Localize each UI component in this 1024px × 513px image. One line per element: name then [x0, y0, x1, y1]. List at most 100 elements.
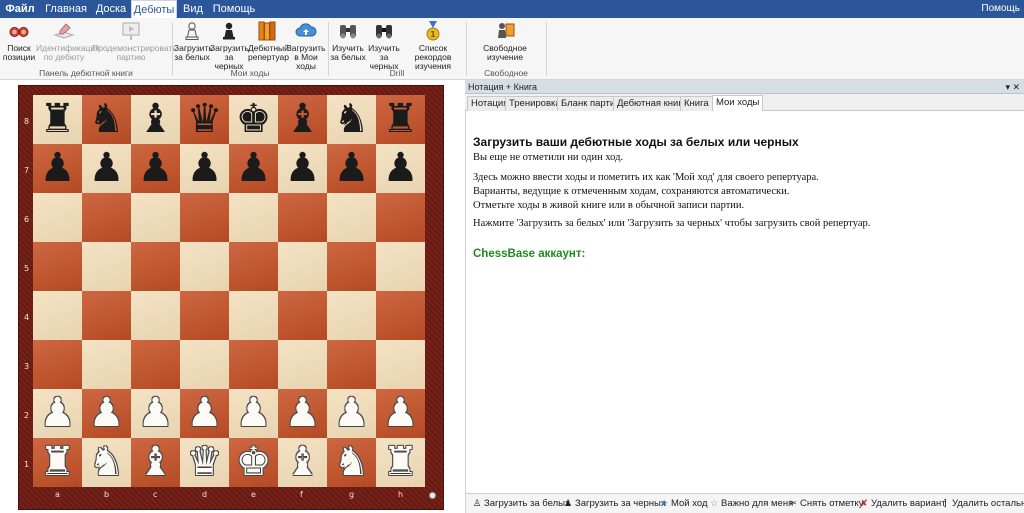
- black-pawn-icon[interactable]: ♟: [82, 144, 131, 193]
- square-f5[interactable]: [278, 242, 327, 291]
- square-c5[interactable]: [131, 242, 180, 291]
- file-label: g: [349, 490, 355, 499]
- square-b3[interactable]: [82, 340, 131, 389]
- square-g6[interactable]: [327, 193, 376, 242]
- delete-variation-button[interactable]: ✘ Удалить вариант: [859, 496, 945, 512]
- square-a6[interactable]: [33, 193, 82, 242]
- black-pawn-icon[interactable]: ♟: [376, 144, 425, 193]
- square-e5[interactable]: [229, 242, 278, 291]
- square-d4[interactable]: [180, 291, 229, 340]
- square-c4[interactable]: [131, 291, 180, 340]
- black-pawn-icon[interactable]: ♟: [131, 144, 180, 193]
- delete-others-button[interactable]: ] Удалить остальные: [940, 496, 1024, 512]
- black-pawn-icon[interactable]: ♟: [229, 144, 278, 193]
- white-rook-icon[interactable]: ♜: [376, 438, 425, 487]
- square-h5[interactable]: [376, 242, 425, 291]
- white-king-icon[interactable]: ♚: [229, 438, 278, 487]
- square-b5[interactable]: [82, 242, 131, 291]
- square-e3[interactable]: [229, 340, 278, 389]
- rank-label: 6: [24, 215, 30, 224]
- menu-tab-board[interactable]: Доска: [92, 0, 130, 18]
- white-rook-icon[interactable]: ♜: [33, 438, 82, 487]
- study-white-button[interactable]: Изучить за белых: [330, 20, 366, 64]
- square-a4[interactable]: [33, 291, 82, 340]
- black-pawn-icon[interactable]: ♟: [33, 144, 82, 193]
- menu-tab-file[interactable]: Файл: [0, 0, 40, 18]
- square-d6[interactable]: [180, 193, 229, 242]
- square-g5[interactable]: [327, 242, 376, 291]
- white-pawn-icon[interactable]: ♟: [131, 389, 180, 438]
- upload-my-moves-button[interactable]: Загрузить в Мои ходы: [286, 20, 326, 71]
- bottom-load-white-button[interactable]: ♙ Загрузить за белых: [472, 496, 570, 512]
- square-b6[interactable]: [82, 193, 131, 242]
- white-pawn-icon[interactable]: ♟: [376, 389, 425, 438]
- square-a5[interactable]: [33, 242, 82, 291]
- white-queen-icon[interactable]: ♛: [180, 438, 229, 487]
- important-button[interactable]: ☆ Важно для меня: [709, 496, 793, 512]
- square-h4[interactable]: [376, 291, 425, 340]
- tab-training[interactable]: Тренировка: [505, 96, 565, 111]
- white-pawn-icon[interactable]: ♟: [229, 389, 278, 438]
- tab-my-moves[interactable]: Мои ходы: [712, 95, 764, 111]
- white-pawn-icon[interactable]: ♟: [327, 389, 376, 438]
- square-c6[interactable]: [131, 193, 180, 242]
- chess-board[interactable]: ♜ ♞ ♝ ♛ ♚ ♝ ♞ ♜ ♟ ♟ ♟ ♟ ♟ ♟ ♟ ♟ ♟ ♟ ♟ ♟ ♟ ♟ ♟ ♟ ♜ ♞ ♝ ♛ ♚ ♝ ♞ ♜: [33, 95, 425, 487]
- black-king-icon[interactable]: ♚: [229, 95, 278, 144]
- help-link[interactable]: Помощь: [981, 0, 1020, 18]
- square-a3[interactable]: [33, 340, 82, 389]
- white-pawn-icon[interactable]: ♟: [278, 389, 327, 438]
- study-black-button[interactable]: Изучить за черных: [366, 20, 402, 71]
- chessbase-account-link[interactable]: ChessBase аккаунт:: [473, 248, 585, 260]
- panel-paragraph: Варианты, ведущие к отмеченным ходам, со…: [473, 186, 790, 197]
- square-c3[interactable]: [131, 340, 180, 389]
- white-knight-icon[interactable]: ♞: [327, 438, 376, 487]
- menu-tab-home[interactable]: Главная: [44, 0, 88, 18]
- white-pawn-icon[interactable]: ♟: [82, 389, 131, 438]
- black-queen-icon[interactable]: ♛: [180, 95, 229, 144]
- unmark-button[interactable]: ✂ Снять отметку: [788, 496, 863, 512]
- square-h3[interactable]: [376, 340, 425, 389]
- black-pawn-icon[interactable]: ♟: [278, 144, 327, 193]
- square-f6[interactable]: [278, 193, 327, 242]
- load-black-button[interactable]: Загрузить за черных: [210, 20, 249, 71]
- search-position-label: Поиск позиции: [2, 43, 36, 62]
- white-pawn-icon[interactable]: ♟: [180, 389, 229, 438]
- square-g4[interactable]: [327, 291, 376, 340]
- tab-book[interactable]: Книга: [680, 96, 713, 111]
- square-e6[interactable]: [229, 193, 278, 242]
- black-rook-icon[interactable]: ♜: [376, 95, 425, 144]
- identify-opening-button[interactable]: Идентификация по дебюту: [36, 20, 100, 64]
- black-bishop-icon[interactable]: ♝: [131, 95, 180, 144]
- square-f4[interactable]: [278, 291, 327, 340]
- square-f3[interactable]: [278, 340, 327, 389]
- demonstrate-game-button[interactable]: Продемонстрировать партию: [92, 20, 177, 64]
- load-white-button[interactable]: Загрузить за белых: [174, 20, 213, 64]
- menu-tab-view[interactable]: Вид: [180, 0, 206, 18]
- bottom-load-black-button[interactable]: ♟ Загрузить за черных: [563, 496, 666, 512]
- black-pawn-icon[interactable]: ♟: [180, 144, 229, 193]
- free-study-button[interactable]: Свободное изучение: [470, 20, 540, 64]
- black-pawn-icon[interactable]: ♟: [327, 144, 376, 193]
- menu-tab-help[interactable]: Помощь: [212, 0, 256, 18]
- white-bishop-icon[interactable]: ♝: [278, 438, 327, 487]
- white-knight-icon[interactable]: ♞: [82, 438, 131, 487]
- square-b4[interactable]: [82, 291, 131, 340]
- black-knight-icon[interactable]: ♞: [82, 95, 131, 144]
- square-e4[interactable]: [229, 291, 278, 340]
- opening-repertoire-button[interactable]: Дебютный репертуар: [248, 20, 289, 64]
- study-records-button[interactable]: 1 Список рекордов изучения: [402, 20, 464, 71]
- square-h6[interactable]: [376, 193, 425, 242]
- menu-tab-openings[interactable]: Дебюты: [131, 0, 177, 18]
- square-d5[interactable]: [180, 242, 229, 291]
- square-g3[interactable]: [327, 340, 376, 389]
- black-bishop-icon[interactable]: ♝: [278, 95, 327, 144]
- white-bishop-icon[interactable]: ♝: [131, 438, 180, 487]
- search-position-button[interactable]: Поиск позиции: [2, 20, 36, 64]
- pane-window-controls[interactable]: ▾ ✕: [1005, 80, 1020, 94]
- black-rook-icon[interactable]: ♜: [33, 95, 82, 144]
- white-pawn-icon[interactable]: ♟: [33, 389, 82, 438]
- black-knight-icon[interactable]: ♞: [327, 95, 376, 144]
- panel-paragraph: Здесь можно ввести ходы и пометить их ка…: [473, 172, 819, 183]
- my-move-button[interactable]: ★ Мой ход: [659, 496, 708, 512]
- square-d3[interactable]: [180, 340, 229, 389]
